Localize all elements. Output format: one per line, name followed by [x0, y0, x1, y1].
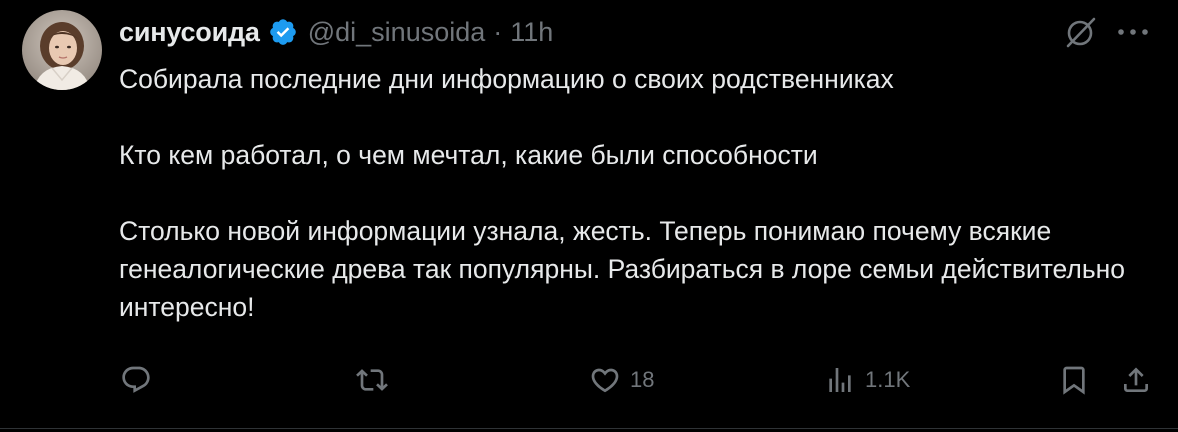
views-count: 1.1K: [865, 367, 911, 392]
tweet-timestamp[interactable]: 11h: [510, 17, 553, 48]
grok-icon[interactable]: [1063, 14, 1099, 50]
tweet-paragraph: Собирала последние дни информацию о свои…: [119, 64, 894, 94]
separator-dot: ·: [493, 16, 503, 47]
tweet-paragraph: Столько новой информации узнала, жесть. …: [119, 216, 1126, 322]
reply-icon: [122, 366, 150, 393]
tweet[interactable]: синусоида @di_sinusoida · 11h Собирала п…: [0, 0, 1178, 432]
author-display-name[interactable]: синусоида: [119, 17, 260, 48]
tweet-text: Собирала последние дни информацию о свои…: [119, 60, 1139, 326]
views-button[interactable]: 1.1K: [824, 358, 910, 402]
verified-badge-icon[interactable]: [268, 17, 298, 47]
heart-icon: [591, 368, 619, 393]
repost-button[interactable]: [356, 358, 397, 402]
tweet-header: синусоида @di_sinusoida · 11h: [119, 14, 553, 50]
bookmark-button[interactable]: [1058, 358, 1090, 402]
share-icon: [1124, 367, 1148, 392]
reply-button[interactable]: [120, 358, 161, 402]
tweet-paragraph: Кто кем работал, о чем мечтал, какие был…: [119, 140, 818, 170]
like-button[interactable]: 18: [589, 358, 654, 402]
author-handle[interactable]: @di_sinusoida: [308, 17, 486, 48]
bookmark-icon: [1063, 366, 1085, 395]
avatar-image: [22, 10, 102, 90]
views-icon: [829, 368, 851, 392]
repost-icon: [356, 369, 388, 391]
more-icon[interactable]: [1115, 17, 1151, 47]
like-count: 18: [630, 367, 655, 392]
avatar[interactable]: [22, 10, 102, 90]
tweet-actions: 18 1.1K: [0, 358, 1178, 402]
divider: [0, 428, 1178, 429]
share-button[interactable]: [1120, 358, 1152, 402]
